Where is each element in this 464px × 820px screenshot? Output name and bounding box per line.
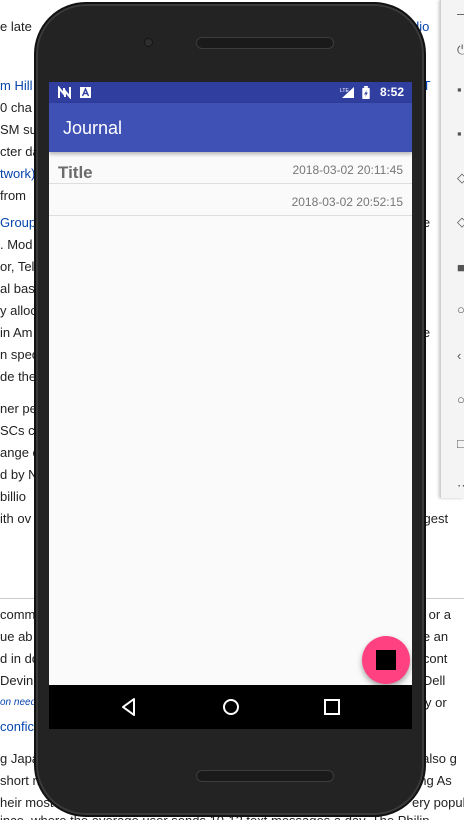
power-icon[interactable]: ⏻ bbox=[457, 43, 464, 56]
entry-timestamp: 2018-03-02 20:11:45 bbox=[292, 163, 403, 177]
article-line-left[interactable]: confic bbox=[0, 718, 34, 736]
zoom-icon[interactable]: ○ bbox=[457, 303, 464, 316]
article-line-left: SCs c bbox=[0, 423, 35, 438]
article-line-left: in Am bbox=[0, 325, 33, 340]
article-line-left: from bbox=[0, 188, 26, 203]
article-line-left: ue ab bbox=[0, 629, 33, 644]
battery-icon bbox=[362, 86, 370, 99]
entry-title: Title bbox=[58, 163, 93, 182]
article-line-left: y alloc bbox=[0, 303, 37, 318]
article-line-left: SM su bbox=[0, 122, 37, 137]
back-icon[interactable] bbox=[117, 695, 141, 719]
article-line-left: d by N bbox=[0, 467, 38, 482]
volume-up-icon[interactable]: ▪ bbox=[457, 83, 464, 96]
device-screen: LTE 8:52 Journal Title 2018-03-02 20:11:… bbox=[49, 82, 412, 729]
home-tool-icon[interactable]: ○ bbox=[457, 393, 464, 406]
top-speaker bbox=[196, 37, 334, 49]
emulator-toolbar: – ⏻ ▪ ▪ ◇ ◇ ■ ○ ‹ ○ □ ⋯ bbox=[440, 0, 464, 498]
journal-list: Title 2018-03-02 20:11:45 2018-03-02 20:… bbox=[49, 152, 412, 216]
article-line-right: ery popular bbox=[412, 795, 464, 810]
article-line-left: ith ov bbox=[0, 511, 32, 526]
app-toolbar: Journal bbox=[49, 103, 412, 152]
minimize-icon[interactable]: – bbox=[457, 7, 464, 20]
citation-note[interactable]: on need bbox=[0, 694, 36, 712]
article-line-left[interactable]: Group bbox=[0, 214, 36, 232]
notification-a-icon bbox=[80, 87, 91, 98]
article-line-left: comm bbox=[0, 607, 36, 622]
app-title: Journal bbox=[63, 118, 123, 138]
article-line-left: de the bbox=[0, 369, 37, 384]
article-line-left: . Mod bbox=[0, 237, 33, 252]
rotate-right-icon[interactable]: ◇ bbox=[457, 215, 464, 228]
article-line-left: short n bbox=[0, 773, 40, 788]
navigation-bar bbox=[49, 685, 412, 729]
recents-icon[interactable] bbox=[320, 695, 344, 719]
rotate-left-icon[interactable]: ◇ bbox=[457, 171, 464, 184]
article-line-left: Devin bbox=[0, 673, 34, 688]
article-line-left: or, Tel bbox=[0, 259, 35, 274]
network-label: LTE bbox=[340, 88, 349, 94]
clock: 8:52 bbox=[379, 85, 404, 99]
article-line-left: 0 cha bbox=[0, 100, 32, 115]
camera-icon[interactable]: ■ bbox=[457, 261, 464, 274]
front-camera bbox=[144, 38, 153, 47]
volume-down-icon[interactable]: ▪ bbox=[457, 127, 464, 140]
article-line-left: n spec bbox=[0, 347, 39, 362]
status-bar: LTE 8:52 bbox=[49, 82, 412, 103]
article-line-left: ner pe bbox=[0, 401, 37, 416]
overview-tool-icon[interactable]: □ bbox=[457, 437, 464, 450]
article-line-left: e late bbox=[0, 19, 32, 34]
article-line-left: al bas bbox=[0, 281, 35, 296]
home-icon[interactable] bbox=[219, 695, 243, 719]
more-icon[interactable]: ⋯ bbox=[457, 479, 464, 492]
article-line-left: billio bbox=[0, 489, 27, 504]
journal-entry[interactable]: Title 2018-03-02 20:11:45 bbox=[49, 152, 412, 184]
stop-icon bbox=[376, 650, 396, 670]
signal-icon: LTE bbox=[340, 87, 354, 98]
back-tool-icon[interactable]: ‹ bbox=[457, 349, 464, 362]
bottom-speaker bbox=[196, 770, 334, 782]
notification-n-icon bbox=[58, 86, 71, 99]
entry-timestamp: 2018-03-02 20:52:15 bbox=[291, 195, 403, 209]
article-line-left[interactable]: m Hill bbox=[0, 77, 33, 95]
stop-recording-button[interactable] bbox=[362, 636, 410, 684]
journal-entry[interactable]: 2018-03-02 20:52:15 bbox=[49, 184, 412, 216]
article-line-left[interactable]: twork) bbox=[0, 165, 35, 183]
